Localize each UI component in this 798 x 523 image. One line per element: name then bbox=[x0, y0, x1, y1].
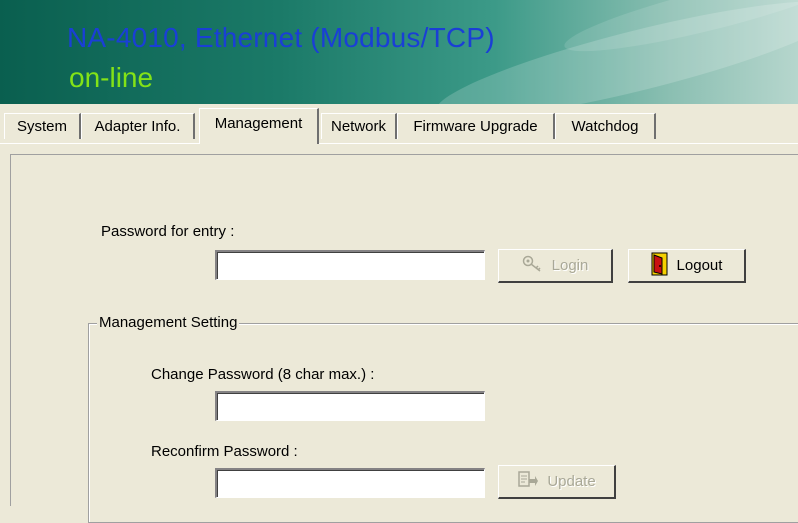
update-button[interactable]: Update bbox=[498, 465, 616, 499]
tab-divider bbox=[0, 143, 798, 144]
door-exit-icon bbox=[651, 252, 669, 280]
connection-status: on-line bbox=[69, 62, 154, 93]
change-password-input[interactable] bbox=[215, 391, 485, 421]
tab-label: Adapter Info. bbox=[94, 118, 181, 135]
logout-button[interactable]: Logout bbox=[628, 249, 746, 283]
tab-label: System bbox=[16, 118, 67, 135]
tab-label: Firmware Upgrade bbox=[413, 118, 538, 135]
tab-label: Network bbox=[330, 118, 386, 135]
document-update-icon bbox=[517, 470, 539, 494]
password-entry-label: Password for entry : bbox=[101, 223, 235, 240]
reconfirm-password-label: Reconfirm Password : bbox=[151, 443, 298, 460]
tab-system[interactable]: System bbox=[4, 113, 81, 139]
change-password-label: Change Password (8 char max.) : bbox=[151, 366, 375, 383]
tab-adapter-info[interactable]: Adapter Info. bbox=[81, 113, 195, 139]
device-title: NA-4010, Ethernet (Modbus/TCP) bbox=[67, 22, 495, 53]
logout-button-label: Logout bbox=[676, 257, 723, 274]
header-banner: NA-4010, Ethernet (Modbus/TCP) on-line bbox=[0, 0, 798, 104]
key-icon bbox=[522, 254, 544, 278]
tab-watchdog[interactable]: Watchdog bbox=[555, 113, 656, 139]
tab-management[interactable]: Management bbox=[199, 108, 319, 144]
management-setting-title: Management Setting bbox=[97, 314, 240, 331]
tab-strip: System Adapter Info. Management Network … bbox=[0, 104, 798, 144]
reconfirm-password-input[interactable] bbox=[215, 468, 485, 498]
tab-label: Watchdog bbox=[571, 118, 639, 135]
tab-network[interactable]: Network bbox=[321, 113, 397, 139]
login-button-label: Login bbox=[551, 257, 589, 274]
password-entry-input[interactable] bbox=[215, 250, 485, 280]
tab-label: Management bbox=[214, 115, 303, 132]
tab-firmware-upgrade[interactable]: Firmware Upgrade bbox=[397, 113, 555, 139]
login-button[interactable]: Login bbox=[498, 249, 613, 283]
update-button-label: Update bbox=[547, 473, 596, 490]
